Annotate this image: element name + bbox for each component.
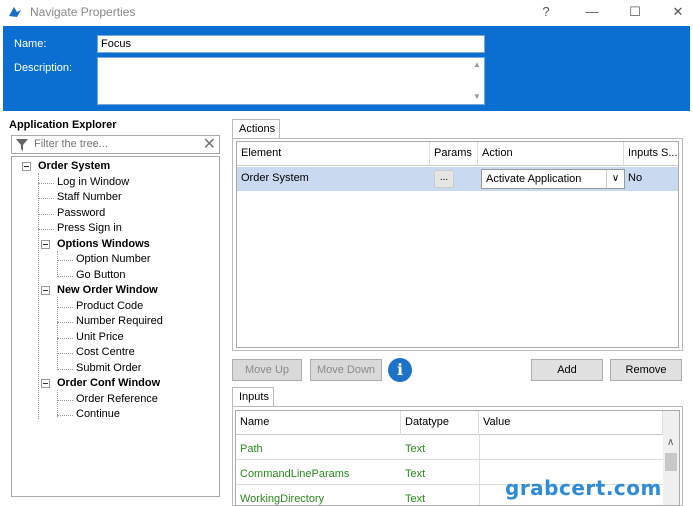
collapse-icon[interactable] — [41, 379, 50, 388]
tree-connector — [57, 338, 73, 339]
table-row[interactable]: Order System ... Activate Application ∨ … — [237, 167, 678, 191]
app-logo-icon — [9, 7, 21, 17]
action-dropdown[interactable]: Activate Application ∨ — [481, 169, 625, 189]
input-name-cell: Path — [240, 443, 263, 455]
action-dropdown-value: Activate Application — [486, 173, 582, 185]
inputs-set-cell: No — [628, 172, 643, 184]
tree-item-unit-price[interactable]: Unit Price — [76, 331, 124, 343]
tree-item-continue[interactable]: Continue — [76, 408, 120, 420]
tree-connector — [57, 415, 73, 416]
tree-item-option-number[interactable]: Option Number — [76, 253, 151, 265]
tree-connector — [38, 229, 54, 230]
collapse-icon[interactable] — [41, 286, 50, 295]
description-field[interactable]: ▲ ▼ — [97, 57, 485, 105]
name-field[interactable]: Focus — [97, 35, 485, 53]
minimize-button[interactable]: — — [577, 2, 607, 22]
tree-item-options-windows[interactable]: Options Windows — [57, 238, 150, 250]
tree-item-new-order-window[interactable]: New Order Window — [57, 284, 158, 296]
tab-actions[interactable]: Actions — [232, 119, 280, 139]
tree-item-order-conf-window[interactable]: Order Conf Window — [57, 377, 160, 389]
inputs-grid-header: Name Datatype Value — [236, 411, 663, 435]
tree-connector — [57, 390, 58, 417]
column-header-name[interactable]: Name — [236, 411, 401, 435]
input-name-cell: WorkingDirectory — [240, 493, 325, 505]
tree-item-press-sign-in[interactable]: Press Sign in — [57, 222, 122, 234]
column-header-value[interactable]: Value — [479, 411, 663, 435]
tree-item-staff-number[interactable]: Staff Number — [57, 191, 122, 203]
scroll-up-icon[interactable]: ∧ — [667, 437, 674, 448]
filter-icon — [16, 139, 28, 151]
column-header-element[interactable]: Element — [237, 142, 430, 166]
column-header-action[interactable]: Action — [478, 142, 624, 166]
tree-connector — [57, 307, 73, 308]
window-title: Navigate Properties — [30, 5, 136, 19]
scroll-up-icon[interactable]: ▲ — [473, 60, 481, 69]
help-button[interactable]: ? — [531, 2, 561, 22]
watermark: grabcert.com — [505, 476, 662, 500]
column-header-datatype[interactable]: Datatype — [401, 411, 479, 435]
tree-filter[interactable]: ✕ — [11, 135, 220, 154]
chevron-down-icon[interactable]: ∨ — [606, 170, 624, 188]
application-tree[interactable]: Order System Log in Window Staff Number … — [11, 156, 220, 497]
tree-connector — [57, 276, 73, 277]
close-button[interactable]: ✕ — [663, 2, 693, 22]
tree-item-product-code[interactable]: Product Code — [76, 300, 143, 312]
tree-connector — [57, 260, 73, 261]
clear-filter-icon[interactable]: ✕ — [203, 134, 216, 154]
scrollbar-thumb[interactable] — [665, 453, 677, 471]
collapse-icon[interactable] — [41, 240, 50, 249]
input-value-cell[interactable] — [479, 435, 663, 459]
tree-item-order-system[interactable]: Order System — [38, 160, 110, 172]
properties-header: Name: Focus Description: ▲ ▼ — [3, 26, 690, 111]
input-datatype-cell: Text — [405, 493, 426, 505]
move-down-button[interactable]: Move Down — [310, 359, 382, 381]
actions-grid-header: Element Params Action Inputs S... — [237, 142, 678, 166]
actions-panel: Element Params Action Inputs S... Order … — [232, 138, 683, 351]
add-button[interactable]: Add — [531, 359, 603, 381]
collapse-icon[interactable] — [22, 162, 31, 171]
tree-connector — [38, 183, 54, 184]
inputs-scrollbar[interactable]: ∧ — [663, 411, 679, 505]
tree-item-log-in-window[interactable]: Log in Window — [57, 176, 129, 188]
description-scrollbar[interactable]: ▲ ▼ — [470, 58, 484, 104]
tree-item-cost-centre[interactable]: Cost Centre — [76, 346, 135, 358]
tree-item-number-required[interactable]: Number Required — [76, 315, 163, 327]
tab-inputs[interactable]: Inputs — [232, 387, 274, 407]
tree-item-password[interactable]: Password — [57, 207, 105, 219]
name-label: Name: — [14, 38, 47, 50]
table-row[interactable]: Path Text — [236, 435, 663, 460]
tree-connector — [57, 251, 58, 277]
tree-connector — [38, 173, 39, 419]
column-header-params[interactable]: Params — [430, 142, 478, 166]
maximize-button[interactable]: ☐ — [620, 2, 650, 22]
column-header-inputs-set[interactable]: Inputs S... — [624, 142, 678, 166]
tree-connector — [38, 198, 54, 199]
title-bar: Navigate Properties ? — ☐ ✕ — [0, 0, 693, 24]
tree-item-order-reference[interactable]: Order Reference — [76, 393, 158, 405]
filter-input[interactable] — [34, 138, 194, 150]
input-name-cell: CommandLineParams — [240, 468, 350, 480]
explorer-title: Application Explorer — [9, 119, 117, 131]
tree-connector — [57, 322, 73, 323]
input-datatype-cell: Text — [405, 443, 426, 455]
tree-connector — [38, 214, 54, 215]
info-icon[interactable]: i — [388, 358, 412, 382]
tree-connector — [57, 369, 73, 370]
params-button[interactable]: ... — [434, 170, 454, 188]
action-element-cell: Order System — [241, 172, 309, 184]
input-datatype-cell: Text — [405, 468, 426, 480]
remove-button[interactable]: Remove — [610, 359, 682, 381]
tree-item-go-button[interactable]: Go Button — [76, 269, 126, 281]
actions-grid: Element Params Action Inputs S... Order … — [236, 141, 679, 348]
description-label: Description: — [14, 62, 73, 74]
tree-connector — [57, 400, 73, 401]
tree-item-submit-order[interactable]: Submit Order — [76, 362, 141, 374]
tree-connector — [57, 353, 73, 354]
move-up-button[interactable]: Move Up — [232, 359, 302, 381]
scroll-down-icon[interactable]: ▼ — [473, 92, 481, 101]
